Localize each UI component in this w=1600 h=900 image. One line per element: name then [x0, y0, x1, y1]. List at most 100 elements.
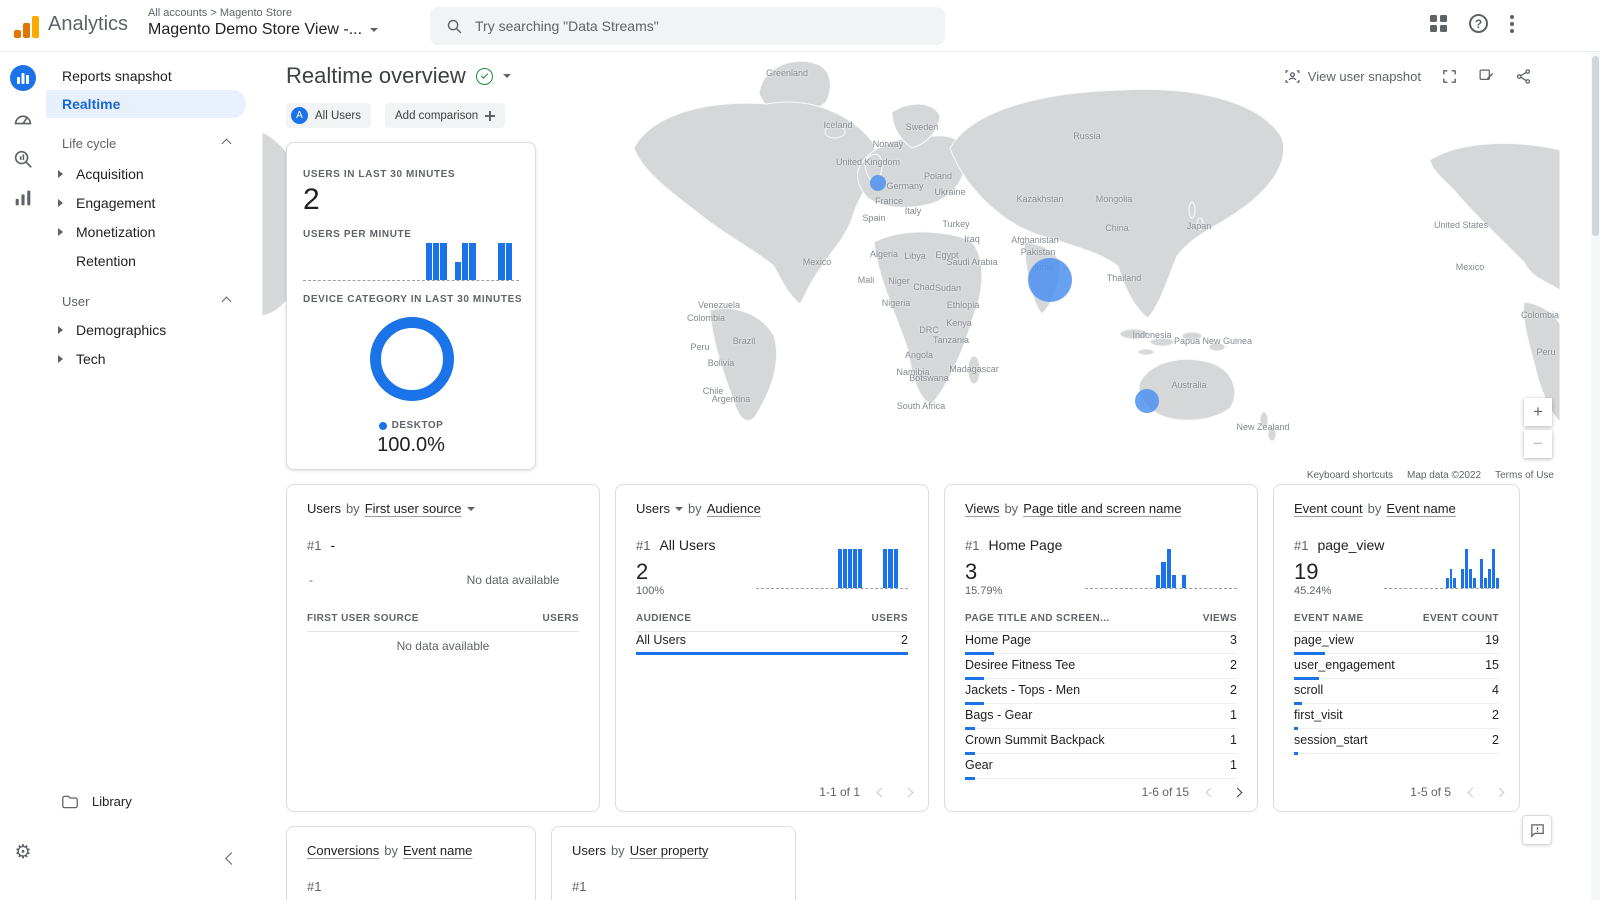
view-user-snapshot-button[interactable]: View user snapshot	[1284, 68, 1421, 85]
dimension-selector[interactable]: Event name	[403, 843, 472, 858]
map-zoom-out-button[interactable]: −	[1524, 430, 1552, 458]
terms-of-use-link[interactable]: Terms of Use	[1495, 470, 1554, 480]
row-dimension-value: Desiree Fitness Tee	[965, 658, 1075, 672]
metric-selector[interactable]: Event count	[1294, 501, 1363, 516]
spark-bar	[1473, 578, 1476, 588]
report-options-chevron-icon[interactable]	[503, 74, 511, 78]
spark-bar	[1484, 578, 1487, 588]
comparison-chip-label: All Users	[315, 110, 361, 122]
pagination-label: 1-5 of 5	[1410, 785, 1451, 799]
device-name: DESKTOP	[392, 420, 444, 431]
page-scrollbar[interactable]	[1591, 52, 1600, 900]
row-metric-value: 1	[1230, 758, 1237, 772]
home-icon[interactable]	[9, 105, 37, 133]
users-per-minute-chart	[303, 243, 519, 281]
sidebar-item-engagement[interactable]: Engagement	[46, 189, 246, 217]
chevron-down-icon[interactable]	[675, 507, 683, 511]
spark-bar	[838, 549, 842, 588]
row-dimension-value: Jackets - Tops - Men	[965, 683, 1080, 697]
property-selector[interactable]: Magento Demo Store View -...	[148, 21, 378, 39]
advertising-icon[interactable]	[9, 184, 37, 212]
map-country-label: Peru	[690, 342, 709, 352]
search-input[interactable]: Try searching "Data Streams"	[430, 7, 945, 45]
user-location-bubble	[870, 175, 886, 191]
rank-name: page_view	[1317, 537, 1384, 553]
analytics-logo-icon[interactable]	[14, 14, 39, 38]
sidebar-item-realtime[interactable]: Realtime	[46, 90, 246, 118]
prev-page-icon[interactable]	[1467, 787, 1478, 798]
next-page-icon[interactable]	[1494, 787, 1505, 798]
spark-bar	[1488, 569, 1491, 589]
sidebar-section-life-cycle[interactable]: Life cycle	[46, 130, 246, 156]
feedback-button[interactable]	[1522, 815, 1552, 845]
map-country-label: Ukraine	[934, 187, 965, 197]
sidebar-item-demographics[interactable]: Demographics	[46, 316, 246, 344]
sidebar-item-monetization[interactable]: Monetization	[46, 218, 246, 246]
sidebar-section-user[interactable]: User	[46, 288, 246, 314]
scrollbar-thumb[interactable]	[1592, 56, 1599, 236]
collapse-sidebar-button[interactable]	[227, 850, 236, 868]
device-category-donut-chart	[370, 317, 454, 401]
top-rank-row: #1 page_view	[1294, 537, 1384, 553]
admin-gear-icon[interactable]: ⚙	[9, 838, 37, 866]
map-country-label: Mali	[858, 275, 875, 285]
top-value: 19	[1294, 559, 1318, 585]
view-user-snapshot-label: View user snapshot	[1308, 69, 1421, 84]
map-country-label: Kazakhstan	[1016, 194, 1063, 204]
reports-icon[interactable]	[9, 64, 37, 92]
more-menu-icon[interactable]	[1510, 15, 1514, 33]
map-country-label: Colombia	[1521, 310, 1559, 320]
prev-page-icon[interactable]	[876, 787, 887, 798]
card-title: Event count by Event name	[1294, 501, 1456, 516]
prev-page-icon[interactable]	[1205, 787, 1216, 798]
dimension-selector[interactable]: Audience	[707, 501, 761, 516]
add-comparison-button[interactable]: Add comparison	[385, 103, 505, 128]
sidebar-item-tech[interactable]: Tech	[46, 345, 246, 373]
dimension-selector[interactable]: Event name	[1386, 501, 1455, 516]
metric-selector[interactable]: Views	[965, 501, 999, 516]
chevron-down-icon[interactable]	[467, 507, 475, 511]
chevron-down-icon	[370, 28, 378, 32]
metric-selector[interactable]: Conversions	[307, 843, 379, 858]
table-row: scroll4	[1294, 679, 1499, 704]
metric-selector[interactable]: Users	[636, 501, 670, 516]
sidebar-item-library[interactable]: Library	[62, 794, 132, 809]
keyboard-shortcuts-link[interactable]: Keyboard shortcuts	[1307, 470, 1393, 480]
nav-rail: ⚙	[0, 52, 46, 900]
value-column-header: EVENT COUNT	[1423, 613, 1499, 624]
sidebar-item-reports-snapshot[interactable]: Reports snapshot	[46, 62, 246, 90]
dimension-selector[interactable]: User property	[630, 843, 709, 858]
map-country-label: Poland	[924, 171, 952, 181]
next-page-icon[interactable]	[903, 787, 914, 798]
fullscreen-icon[interactable]	[1441, 68, 1458, 85]
metric-selector[interactable]: Users	[572, 843, 606, 858]
table-row: Bags - Gear1	[965, 704, 1237, 729]
spark-bar	[1461, 569, 1464, 589]
next-page-icon[interactable]	[1232, 787, 1243, 798]
apps-grid-icon[interactable]	[1430, 15, 1447, 32]
sidebar-item-label: Retention	[76, 253, 136, 269]
value-column-header: USERS	[872, 613, 908, 624]
dimension-selector[interactable]: First user source	[365, 501, 462, 516]
spark-bar	[1469, 569, 1472, 589]
map-zoom-in-button[interactable]: +	[1524, 398, 1552, 426]
share-icon[interactable]	[1515, 68, 1532, 85]
search-icon	[446, 18, 463, 35]
comparison-chip-all-users[interactable]: A All Users	[286, 103, 371, 128]
rank-label: #1	[307, 879, 321, 894]
spark-bar	[843, 549, 847, 588]
card-title: Views by Page title and screen name	[965, 501, 1181, 516]
dimension-selector[interactable]: Page title and screen name	[1023, 501, 1181, 516]
explore-icon[interactable]	[9, 145, 37, 173]
sidebar-item-retention[interactable]: Retention	[46, 247, 246, 275]
search-placeholder: Try searching "Data Streams"	[475, 18, 659, 34]
by-label: by	[346, 501, 360, 516]
rank-name: All Users	[659, 537, 715, 553]
help-icon[interactable]: ?	[1469, 14, 1488, 33]
dimension-column-header: EVENT NAME	[1294, 613, 1364, 624]
app-name: Analytics	[48, 13, 128, 36]
sidebar-item-acquisition[interactable]: Acquisition	[46, 160, 246, 188]
breadcrumb[interactable]: All accounts > Magento Store	[148, 7, 292, 19]
customize-report-icon[interactable]	[1478, 68, 1495, 85]
property-name: Magento Demo Store View -...	[148, 21, 362, 39]
